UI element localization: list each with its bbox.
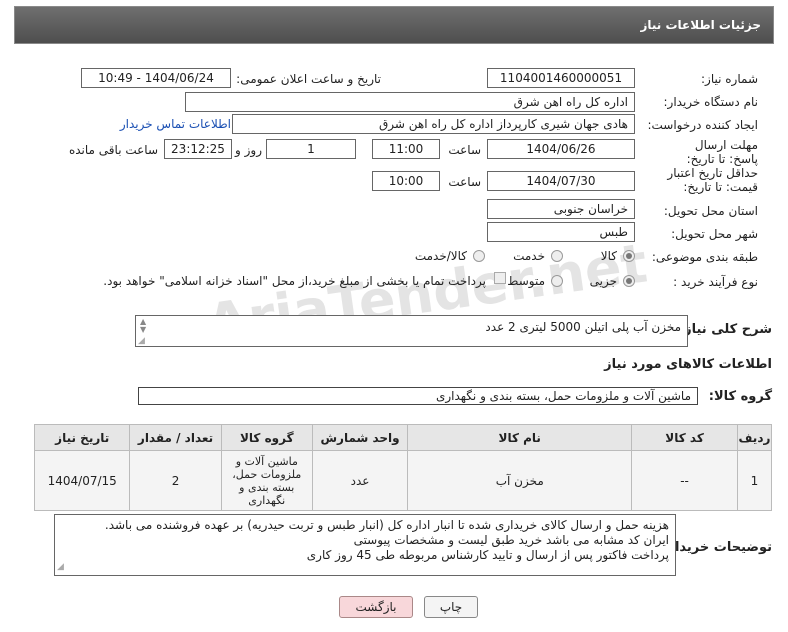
table-header-row: ردیف کد کالا نام کالا واحد شمارش گروه کا…	[33, 424, 773, 451]
col-unit: واحد شمارش	[311, 424, 409, 451]
buyer-org-label: نام دستگاه خریدار:	[663, 95, 759, 109]
col-qty: تعداد / مقدار	[129, 424, 222, 451]
col-name: نام کالا	[407, 424, 633, 451]
creator-label: ایجاد کننده درخواست:	[647, 118, 758, 132]
col-date: تاریخ نیاز	[33, 424, 131, 451]
need-number-field: 1104001460000051	[487, 68, 635, 88]
announce-label: تاریخ و ساعت اعلان عمومی:	[236, 72, 381, 86]
radio-selected-icon	[623, 275, 635, 287]
validity-time-label: ساعت	[448, 175, 481, 189]
need-number-label: شماره نیاز:	[701, 72, 758, 86]
col-row: ردیف	[736, 424, 773, 451]
cell-name: مخزن آب	[407, 450, 633, 511]
deadline-label: مهلت ارسال پاسخ: تا تاریخ:	[686, 138, 758, 166]
cell-group: ماشین آلات و ملزومات حمل، بسته بندی و نگ…	[220, 450, 313, 511]
category-label: طبقه بندی موضوعی:	[651, 250, 758, 264]
cell-unit: عدد	[311, 450, 409, 511]
deadline-date-field: 1404/06/26	[487, 139, 635, 159]
days-label: روز و	[235, 143, 262, 157]
category-radio-goods[interactable]: کالا	[601, 249, 635, 263]
cell-date: 1404/07/15	[33, 450, 131, 511]
radio-icon	[473, 250, 485, 262]
buyer-notes-label: توضیحات خریدار:	[662, 540, 772, 555]
days-field: 1	[266, 139, 356, 159]
cell-qty: 2	[129, 450, 222, 511]
process-radio-minor[interactable]: جزیی	[590, 274, 635, 288]
city-label: شهر محل تحویل:	[671, 227, 758, 241]
city-field: طبس	[487, 222, 635, 242]
table-row: 1 -- مخزن آب عدد ماشین آلات و ملزومات حم…	[33, 450, 773, 511]
province-label: استان محل تحویل:	[663, 204, 758, 218]
description-label: شرح کلی نیاز:	[678, 322, 772, 337]
description-textarea[interactable]: مخزن آب پلی اتیلن 5000 لیتری 2 عدد ▲ ▼ ◢	[135, 315, 688, 347]
radio-icon	[551, 275, 563, 287]
scroll-arrows-icon[interactable]: ▲ ▼	[140, 318, 146, 334]
process-label: نوع فرآیند خرید :	[673, 275, 758, 289]
goods-group-field: ماشین آلات و ملزومات حمل، بسته بندی و نگ…	[138, 387, 698, 405]
payment-checkbox[interactable]	[494, 272, 506, 284]
payment-note: پرداخت تمام یا بخشی از مبلغ خرید،از محل …	[103, 274, 486, 288]
goods-table: ردیف کد کالا نام کالا واحد شمارش گروه کا…	[33, 424, 773, 511]
col-code: کد کالا	[631, 424, 738, 451]
deadline-time-label: ساعت	[448, 143, 481, 157]
validity-label: حداقل تاریخ اعتبار قیمت: تا تاریخ:	[667, 166, 758, 194]
announce-field: 1404/06/24 - 10:49	[81, 68, 231, 88]
print-button[interactable]: چاپ	[424, 596, 478, 618]
resize-grip-icon[interactable]: ◢	[138, 336, 145, 346]
category-radio-service[interactable]: خدمت	[513, 249, 563, 263]
category-radio-both[interactable]: کالا/خدمت	[415, 249, 485, 263]
goods-info-title: اطلاعات کالاهای مورد نیاز	[604, 357, 772, 372]
buyer-notes-textarea[interactable]: هزینه حمل و ارسال کالای خریداری شده تا ا…	[54, 514, 676, 576]
col-group: گروه کالا	[220, 424, 313, 451]
buyer-note-line: پرداخت فاکتور پس از ارسال و تایید کارشنا…	[306, 548, 669, 562]
contact-info-link[interactable]: اطلاعات تماس خریدار	[120, 117, 231, 131]
back-button[interactable]: بازگشت	[339, 596, 413, 618]
province-field: خراسان جنوبی	[487, 199, 635, 219]
page-title: جزئیات اطلاعات نیاز	[15, 7, 773, 43]
remaining-time-field: 23:12:25	[164, 139, 232, 159]
radio-icon	[551, 250, 563, 262]
buyer-note-line: هزینه حمل و ارسال کالای خریداری شده تا ا…	[104, 518, 669, 532]
resize-grip-icon[interactable]: ◢	[57, 560, 64, 575]
validity-time-field: 10:00	[372, 171, 440, 191]
validity-date-field: 1404/07/30	[487, 171, 635, 191]
cell-code: --	[631, 450, 738, 511]
creator-field: هادی جهان شیری کارپرداز اداره کل راه اهن…	[232, 114, 635, 134]
radio-selected-icon	[623, 250, 635, 262]
process-radio-medium[interactable]: متوسط	[507, 274, 563, 288]
remaining-label: ساعت باقی مانده	[68, 143, 158, 157]
buyer-org-field: اداره کل راه اهن شرق	[185, 92, 635, 112]
goods-group-label: گروه کالا:	[708, 389, 772, 404]
buyer-note-line: ایران کد مشابه می باشد خرید طبق لیست و م…	[353, 533, 669, 547]
cell-row: 1	[736, 450, 773, 511]
deadline-time-field: 11:00	[372, 139, 440, 159]
